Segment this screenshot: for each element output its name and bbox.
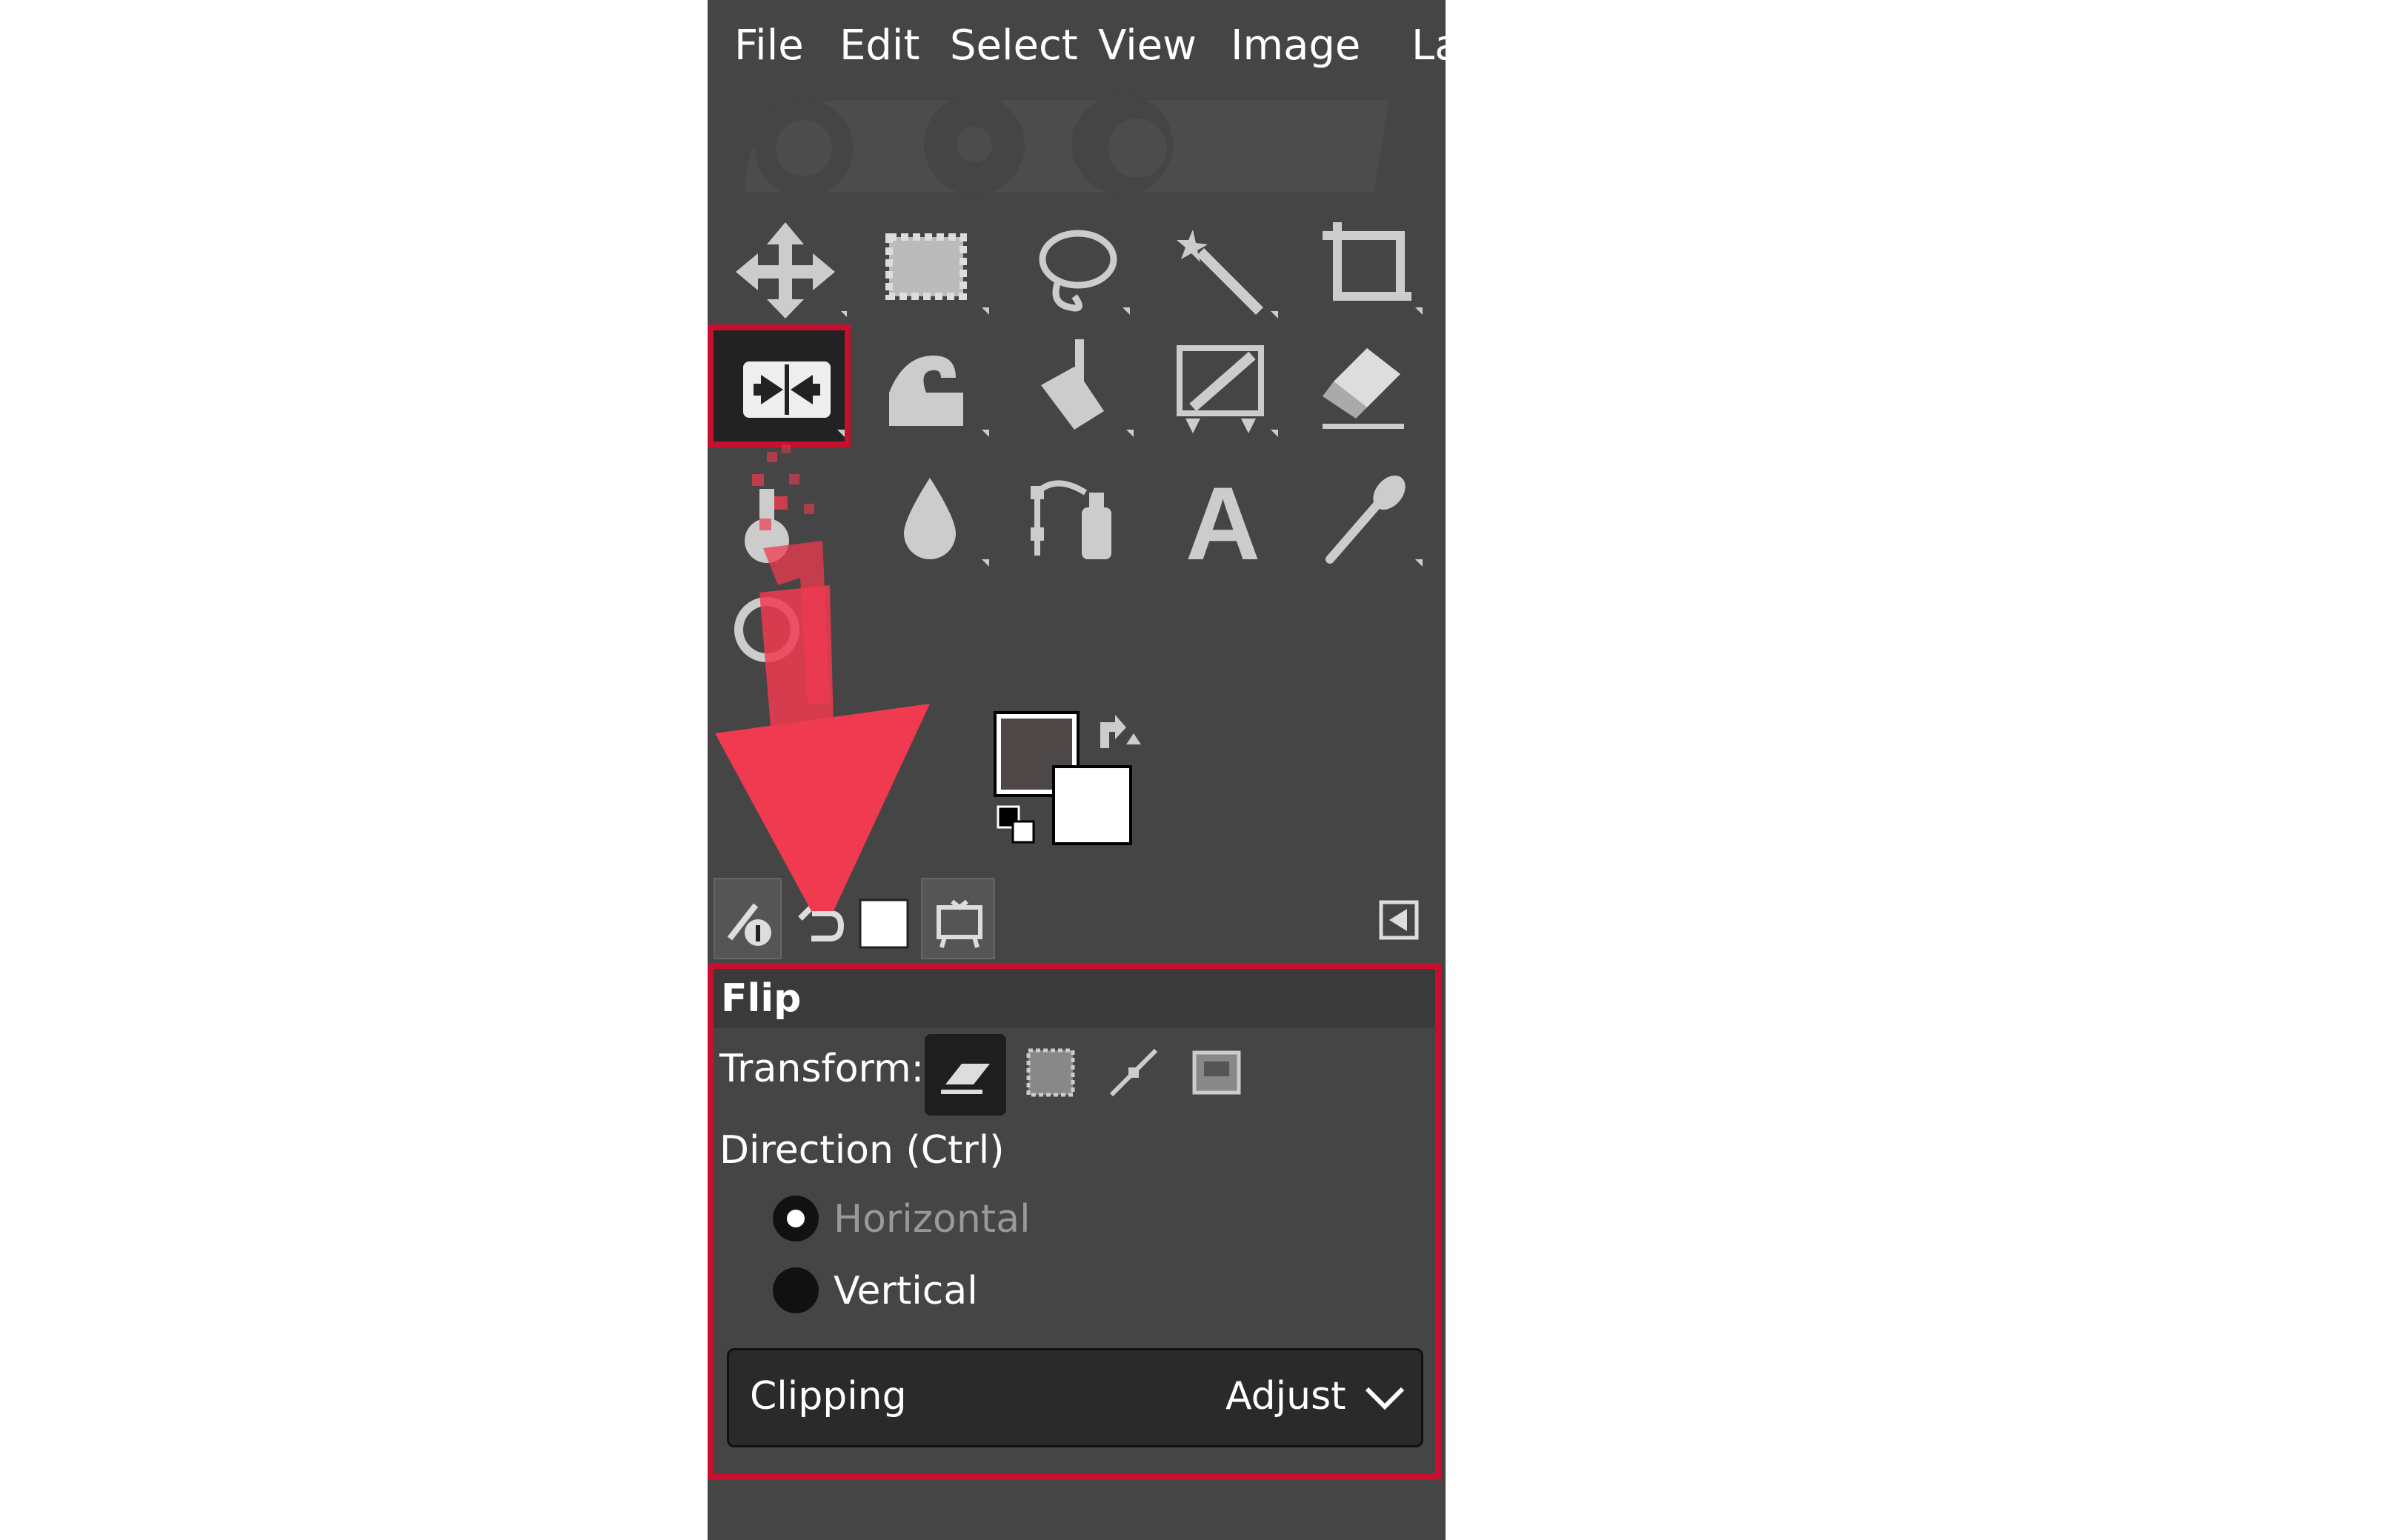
direction-horizontal-radio[interactable] [773,1196,819,1241]
menu-layer[interactable]: La [1411,16,1446,76]
wilber-drop-area [708,89,1446,200]
move-tool-icon [736,222,847,319]
tool-options-panel: Flip Transform: Direction (Ctrl) Horizon… [708,963,1441,1480]
default-colors-icon[interactable] [995,804,1047,848]
direction-label: Direction (Ctrl) [719,1128,1005,1173]
crop-tool[interactable] [1293,207,1434,326]
menu-select[interactable]: Select [950,16,1078,76]
direction-vertical-label[interactable]: Vertical [834,1269,978,1313]
flip-tool[interactable] [715,326,856,444]
menu-bar: File Edit Select View Image La [708,0,1446,89]
image-icon [1192,1050,1241,1095]
color-picker-tool[interactable] [1293,459,1434,578]
mypaint-brush-tool-icon [1177,345,1278,437]
bucket-fill-tool-icon [1041,339,1134,437]
transform-path-button[interactable] [1100,1039,1167,1106]
color-picker-tool-icon [1326,475,1423,567]
direction-vertical-radio[interactable] [773,1267,819,1313]
clipping-dropdown[interactable]: Clipping Adjust [727,1348,1423,1447]
flip-tool-icon [743,361,845,437]
fuzzy-select-tool-icon [1177,230,1278,319]
clipping-label: Clipping [750,1374,907,1419]
eraser-tool-icon [1323,348,1404,429]
free-select-tool[interactable] [1004,207,1145,326]
dock-bottom-area [708,1489,1446,1540]
free-select-tool-icon [1039,230,1130,315]
rect-select-tool[interactable] [859,207,1000,326]
background-color-swatch[interactable] [1052,765,1132,845]
wilber-logo-icon [745,94,1389,197]
transform-selection-button[interactable] [1017,1039,1084,1106]
annotation-arrow-icon [715,444,930,911]
configure-tab-icon[interactable] [1379,900,1419,940]
menu-image[interactable]: Image [1231,16,1360,76]
text-tool-icon: A [1185,465,1260,578]
transform-label: Transform: [719,1047,925,1091]
text-tool-glyph: A [1185,465,1260,578]
mypaint-brush-tool[interactable] [1148,326,1289,444]
text-tool[interactable]: A [1148,459,1289,578]
path-icon [1109,1048,1158,1097]
swap-colors-icon[interactable] [1093,711,1145,756]
layer-icon [941,1064,990,1094]
menu-view[interactable]: View [1098,16,1197,76]
fuzzy-select-tool[interactable] [1148,207,1289,326]
bucket-fill-tool[interactable] [1004,326,1145,444]
direction-horizontal-label[interactable]: Horizontal [834,1197,1031,1241]
transform-image-button[interactable] [1183,1039,1250,1106]
move-tool[interactable] [715,207,856,326]
tool-options-title: Flip [714,969,1435,1028]
eraser-tool[interactable] [1293,326,1434,444]
clipping-value: Adjust [1225,1374,1346,1419]
transform-layer-button[interactable] [925,1034,1006,1116]
menu-file[interactable]: File [734,16,804,76]
paths-tool-icon [1031,480,1111,559]
menu-edit[interactable]: Edit [839,16,919,76]
selection-icon [1026,1048,1075,1097]
warp-transform-tool[interactable] [859,326,1000,444]
paths-tool[interactable] [1004,459,1145,578]
chevron-down-icon [1365,1387,1405,1410]
warp-transform-tool-icon [889,356,989,437]
crop-tool-icon [1323,222,1423,315]
rect-select-tool-icon [885,233,989,315]
